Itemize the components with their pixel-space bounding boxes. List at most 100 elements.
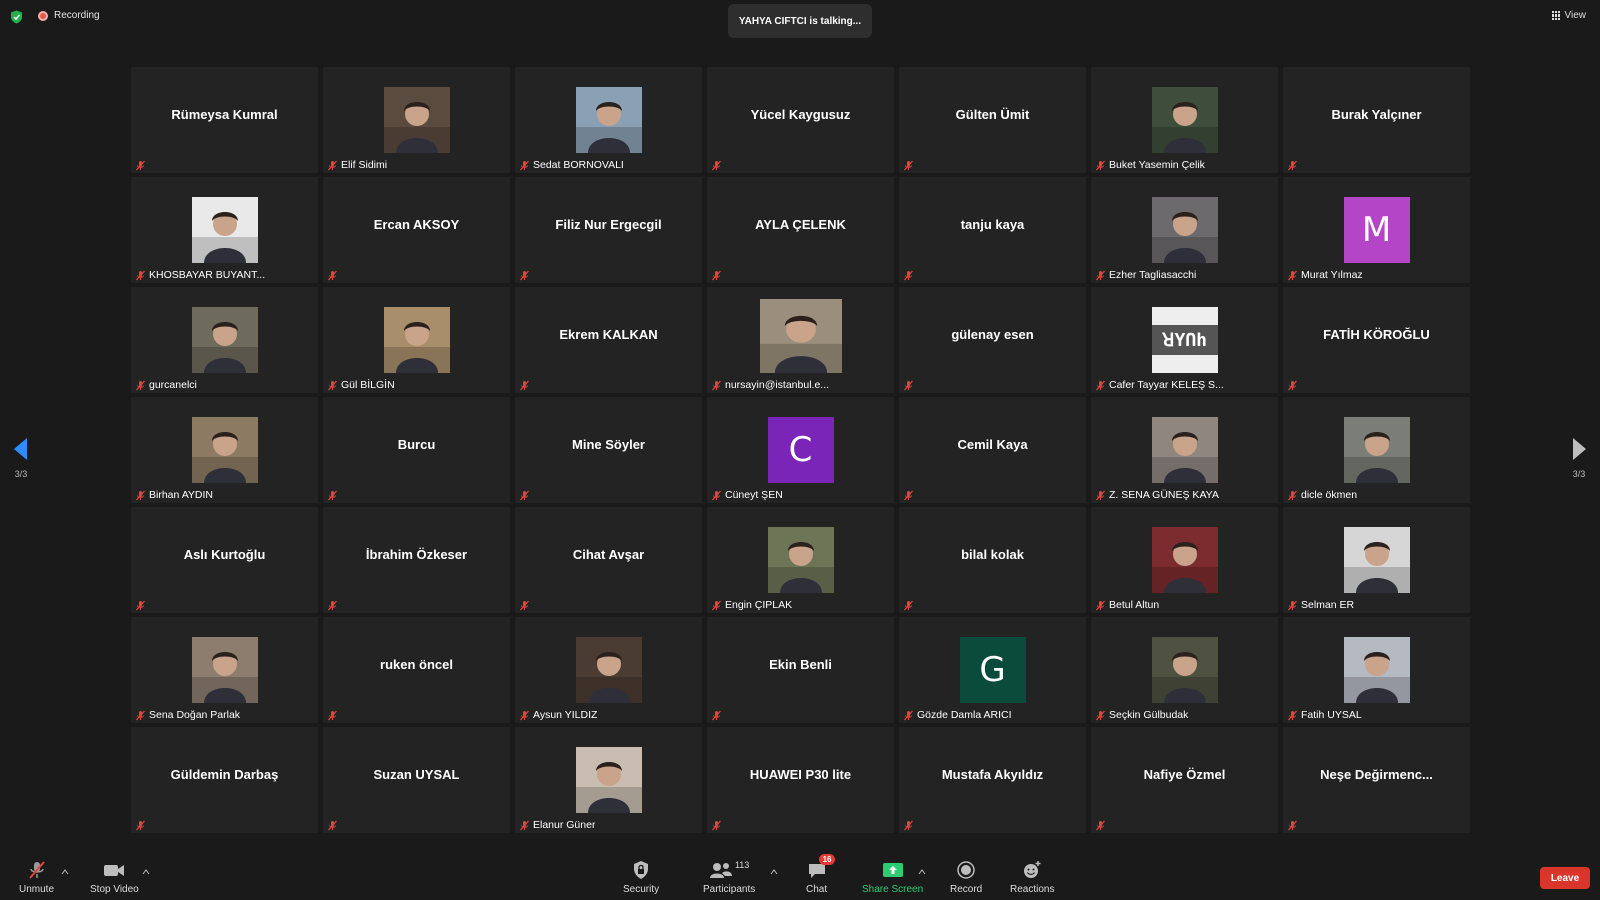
chat-button[interactable]: 16 Chat [806,854,836,895]
muted-mic-icon [136,270,145,280]
share-screen-button[interactable]: Share Screen [862,860,923,895]
participant-tile[interactable]: KHOSBAYAR BUYANT... [131,177,318,283]
previous-page-button[interactable]: 3/3 [14,438,28,479]
muted-mic-icon [712,490,721,500]
participant-tile[interactable]: Buket Yasemin Çelik [1091,67,1278,173]
participant-tile[interactable]: Aslı Kurtoğlu [131,507,318,613]
participant-tile[interactable]: bilal kolak [899,507,1086,613]
tile-footer [1287,820,1298,831]
participant-tile[interactable]: Neşe Değirmenc... [1283,727,1470,833]
participant-tile[interactable]: ruken öncel [323,617,510,723]
tile-footer: Engin ÇIPLAK [711,599,792,611]
record-button[interactable]: Record [950,860,982,895]
tile-footer [135,820,146,831]
participant-tile[interactable]: Filiz Nur Ergecgil [515,177,702,283]
muted-mic-icon [1096,380,1105,390]
muted-mic-icon [904,710,913,720]
participant-tile[interactable]: Rümeysa Kumral [131,67,318,173]
participant-tile[interactable]: Cihat Avşar [515,507,702,613]
muted-mic-icon [1288,600,1297,610]
participant-tile[interactable]: Aysun YILDIZ [515,617,702,723]
participant-tile[interactable]: Sena Doğan Parlak [131,617,318,723]
participants-icon [709,863,732,878]
participant-tile[interactable]: Ekin Benli [707,617,894,723]
view-button[interactable]: View [1551,10,1586,21]
tile-footer: Betul Altun [1095,599,1159,611]
participant-photo [1151,637,1218,703]
participant-photo-image [759,299,842,373]
participant-tile[interactable]: Seçkin Gülbudak [1091,617,1278,723]
participant-tile[interactable]: G Gözde Damla ARICI [899,617,1086,723]
participant-tile[interactable]: Ekrem KALKAN [515,287,702,393]
participant-display-name: Neşe Değirmenc... [1320,766,1433,782]
participant-photo [575,747,642,813]
participant-photo-image [1151,197,1218,263]
participant-tile[interactable]: Gül BİLGİN [323,287,510,393]
participant-tile[interactable]: dicle ökmen [1283,397,1470,503]
participants-button[interactable]: 113 Participants [703,860,755,895]
muted-mic-icon [136,160,145,171]
muted-mic-icon [1288,380,1297,391]
participant-tile[interactable]: Mine Söyler [515,397,702,503]
participant-tile[interactable]: Sedat BORNOVALI [515,67,702,173]
participant-photo-image [191,637,258,703]
participant-tile[interactable]: Engin ÇIPLAK [707,507,894,613]
participant-photo [1343,527,1410,593]
tile-footer [519,490,530,501]
participant-photo [1151,87,1218,153]
participant-tile[interactable]: Nafiye Özmel [1091,727,1278,833]
participant-tile[interactable]: FATİH KÖROĞLU [1283,287,1470,393]
participant-tile[interactable]: Mustafa Akyıldız [899,727,1086,833]
participant-tile[interactable]: Selman ER [1283,507,1470,613]
security-button[interactable]: Security [623,860,659,895]
participant-tile[interactable]: Gülten Ümit [899,67,1086,173]
participant-tile[interactable]: M Murat Yılmaz [1283,177,1470,283]
participant-tile[interactable]: Suzan UYSAL [323,727,510,833]
participant-tile[interactable]: gülenay esen [899,287,1086,393]
video-options-caret-icon[interactable] [142,869,150,875]
participant-name-label: dicle ökmen [1301,489,1358,501]
participant-tile[interactable]: tanju kaya [899,177,1086,283]
reactions-smiley-icon [1024,861,1041,878]
recording-indicator[interactable]: Recording [38,10,100,21]
security-shield-icon[interactable] [10,10,23,24]
participant-tile[interactable]: C Cüneyt ŞEN [707,397,894,503]
participant-tile[interactable]: Güldemin Darbaş [131,727,318,833]
tile-footer [903,160,914,171]
participant-display-name: Güldemin Darbaş [170,766,279,782]
participant-display-name: HUAWEI P30 lite [749,766,852,782]
participant-tile[interactable]: Betul Altun [1091,507,1278,613]
participants-options-caret-icon[interactable] [770,869,778,875]
next-page-button[interactable]: 3/3 [1572,438,1586,479]
tile-footer: gurcanelci [135,379,197,391]
reactions-button[interactable]: Reactions [1010,860,1054,895]
participant-tile[interactable]: Ezher Tagliasacchi [1091,177,1278,283]
participant-name-label: Murat Yılmaz [1301,269,1363,281]
participant-tile[interactable]: İbrahim Özkeser [323,507,510,613]
participant-tile[interactable]: Burcu [323,397,510,503]
audio-options-caret-icon[interactable] [61,869,69,875]
tile-footer [903,490,914,501]
participant-tile[interactable]: Fatih UYSAL [1283,617,1470,723]
participant-photo [767,527,834,593]
participant-tile[interactable]: Burak Yalçıner [1283,67,1470,173]
tile-footer [135,160,146,171]
unmute-button[interactable]: Unmute [19,860,54,895]
tile-footer [903,270,914,281]
participant-tile[interactable]: Z. SENA GÜNEŞ KAYA [1091,397,1278,503]
participant-tile[interactable]: Yücel Kaygusuz [707,67,894,173]
participant-tile[interactable]: AYLA ÇELENK [707,177,894,283]
participant-tile[interactable]: Cemil Kaya [899,397,1086,503]
leave-button[interactable]: Leave [1540,867,1590,889]
participant-tile[interactable]: Birhan AYDIN [131,397,318,503]
share-options-caret-icon[interactable] [918,869,926,875]
participant-tile[interactable]: HUAWEI P30 lite [707,727,894,833]
participant-tile[interactable]: ꓤYՈh Cafer Tayyar KELEŞ S... [1091,287,1278,393]
participant-tile[interactable]: Elanur Güner [515,727,702,833]
participant-tile[interactable]: Ercan AKSOY [323,177,510,283]
participant-tile[interactable]: gurcanelci [131,287,318,393]
muted-mic-icon [136,820,145,831]
participant-tile[interactable]: Elif Sidimi [323,67,510,173]
participant-tile[interactable]: nursayin@istanbul.e... [707,287,894,393]
stop-video-button[interactable]: Stop Video [90,860,139,895]
